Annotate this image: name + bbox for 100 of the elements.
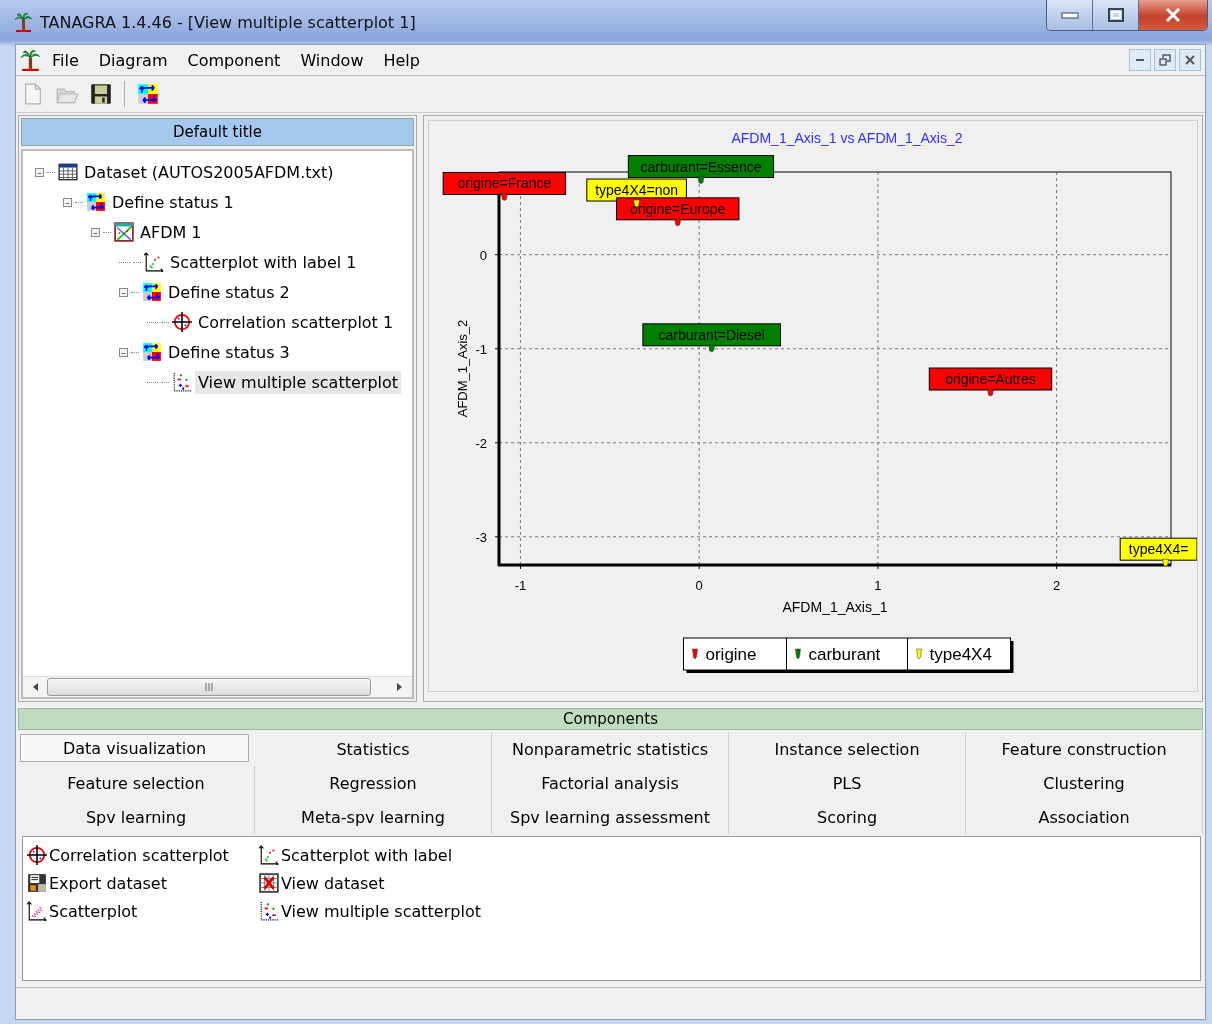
restore-icon bbox=[1159, 54, 1171, 66]
close-button[interactable] bbox=[1139, 0, 1207, 30]
annotation: origine=France bbox=[457, 175, 552, 192]
menu-item[interactable]: Window bbox=[290, 48, 374, 72]
category-tab[interactable]: PLS bbox=[729, 766, 966, 800]
category-tab[interactable]: Data visualization bbox=[20, 734, 249, 762]
tree-toggle[interactable] bbox=[35, 167, 44, 177]
legend-label: origine bbox=[705, 645, 757, 664]
legend-label: type4X4 bbox=[929, 645, 992, 664]
grid-icon[interactable] bbox=[258, 873, 279, 893]
maximize-button[interactable] bbox=[1093, 0, 1139, 30]
chart-title: AFDM_1_Axis_1 vs AFDM_1_Axis_2 bbox=[731, 130, 963, 146]
minimize-button[interactable] bbox=[1047, 0, 1093, 30]
tick-label: 2 bbox=[1053, 578, 1061, 593]
tick-label: -3 bbox=[475, 529, 487, 545]
tree-toggle[interactable] bbox=[119, 347, 128, 357]
point-label: origine=France bbox=[442, 171, 567, 195]
scatter-icon[interactable] bbox=[258, 901, 279, 921]
minimize-icon bbox=[1136, 59, 1144, 61]
arrows-icon bbox=[142, 342, 162, 362]
category-tab[interactable]: Feature construction bbox=[966, 732, 1203, 766]
tool-item[interactable]: View multiple scatterplot bbox=[280, 901, 481, 921]
point-label: carburant=Essence bbox=[627, 155, 775, 178]
annotation: carburant=Essence bbox=[640, 158, 762, 175]
arrows-icon[interactable] bbox=[137, 83, 159, 105]
tick-label: -1 bbox=[475, 341, 487, 357]
tree-item[interactable]: Define status 2 bbox=[165, 280, 293, 304]
arrows-icon bbox=[86, 192, 106, 212]
axis-title: AFDM_1_Axis_2 bbox=[455, 319, 470, 418]
category-tab[interactable]: Clustering bbox=[966, 766, 1203, 800]
scatter-icon[interactable] bbox=[27, 901, 47, 921]
horizontal-scrollbar[interactable] bbox=[23, 676, 412, 697]
restore-button[interactable] bbox=[1154, 49, 1176, 71]
tool-item[interactable]: Correlation scatterplot bbox=[49, 845, 229, 865]
tick-label: -2 bbox=[475, 435, 487, 451]
tree-toggle[interactable] bbox=[63, 197, 72, 207]
tree-item[interactable]: Define status 3 bbox=[165, 340, 293, 364]
scatter-icon bbox=[144, 252, 164, 272]
point-label: carburant=Diesel bbox=[642, 323, 781, 347]
point-label: origine=Autres bbox=[928, 367, 1053, 391]
palm-tree-icon[interactable] bbox=[20, 49, 42, 71]
maximize-icon bbox=[1107, 8, 1124, 22]
tick-label: -1 bbox=[514, 578, 527, 593]
minimize-button[interactable] bbox=[1129, 49, 1151, 71]
menu-item[interactable]: Help bbox=[373, 48, 430, 72]
close-button[interactable] bbox=[1179, 49, 1201, 71]
chart-icon bbox=[114, 222, 134, 242]
panel-title: Default title bbox=[21, 118, 414, 146]
window-title: TANAGRA 1.4.46 - [View multiple scatterplot 1] bbox=[40, 13, 416, 32]
tick-label: 0 bbox=[695, 578, 703, 593]
annotation: type4X4=non bbox=[595, 182, 679, 199]
category-tab[interactable]: Statistics bbox=[255, 732, 492, 766]
palm-tree-icon bbox=[14, 12, 34, 32]
tool-item[interactable]: View dataset bbox=[280, 873, 385, 893]
point-label: type4X4= bbox=[1119, 537, 1197, 561]
minimize-icon bbox=[1060, 11, 1079, 19]
category-tab[interactable]: Spv learning bbox=[18, 800, 255, 834]
tree-item[interactable]: Correlation scatterplot 1 bbox=[195, 310, 397, 334]
tick-label: 0 bbox=[479, 247, 487, 263]
tree-item[interactable]: AFDM 1 bbox=[137, 220, 205, 244]
tool-item[interactable]: Export dataset bbox=[49, 873, 167, 893]
category-tab[interactable]: Nonparametric statistics bbox=[492, 732, 729, 766]
tree-item[interactable]: Dataset (AUTOS2005AFDM.txt) bbox=[81, 160, 337, 184]
scroll-thumb[interactable] bbox=[47, 678, 371, 696]
category-tab[interactable]: Regression bbox=[255, 766, 492, 800]
scatter-icon bbox=[172, 372, 192, 392]
category-tab[interactable]: Meta-spv learning bbox=[255, 800, 492, 834]
tool-item[interactable]: Scatterplot bbox=[49, 901, 138, 921]
category-tab[interactable]: Instance selection bbox=[729, 732, 966, 766]
section-header: Components bbox=[18, 708, 1203, 730]
annotation: carburant=Diesel bbox=[658, 326, 765, 343]
annotation: origine=Autres bbox=[945, 371, 1036, 387]
category-tab[interactable]: Factorial analysis bbox=[492, 766, 729, 800]
arrows-icon bbox=[142, 282, 162, 302]
save-icon[interactable] bbox=[90, 83, 112, 105]
tick-label: 1 bbox=[874, 578, 882, 593]
menu-item[interactable]: File bbox=[42, 48, 89, 72]
crosshair-icon bbox=[172, 312, 192, 332]
tree-item[interactable]: Define status 1 bbox=[109, 190, 237, 214]
category-tab[interactable]: Association bbox=[966, 800, 1203, 834]
category-tab[interactable]: Feature selection bbox=[18, 766, 255, 800]
tree-item[interactable]: View multiple scatterplot bbox=[195, 370, 402, 394]
tree-toggle[interactable] bbox=[119, 287, 128, 297]
annotation: origine=Europe bbox=[630, 200, 726, 217]
legend-label: carburant bbox=[808, 645, 881, 664]
point-label: origine=Europe bbox=[616, 197, 740, 221]
crosshair-icon[interactable] bbox=[27, 845, 47, 865]
menu-item[interactable]: Diagram bbox=[88, 48, 178, 72]
tree-item[interactable]: Scatterplot with label 1 bbox=[167, 250, 360, 274]
axis-title: AFDM_1_Axis_1 bbox=[782, 599, 888, 615]
annotation: type4X4= bbox=[1128, 541, 1189, 558]
category-tab[interactable]: Spv learning assessment bbox=[492, 800, 729, 834]
close-icon bbox=[1165, 8, 1181, 22]
scatter-icon[interactable] bbox=[258, 845, 279, 865]
menu-item[interactable]: Component bbox=[177, 48, 291, 72]
tree-toggle[interactable] bbox=[91, 227, 100, 237]
category-tab[interactable]: Scoring bbox=[729, 800, 966, 834]
table-icon bbox=[58, 162, 78, 182]
close-icon bbox=[1184, 54, 1196, 66]
tool-item[interactable]: Scatterplot with label bbox=[280, 845, 453, 865]
